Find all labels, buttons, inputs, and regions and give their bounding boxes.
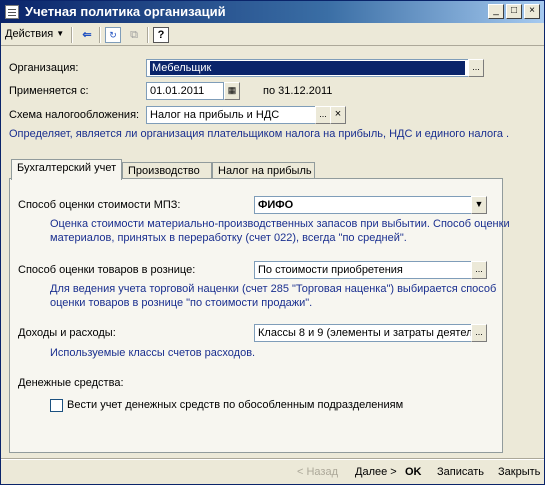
next-button[interactable]: Далее > xyxy=(355,466,397,478)
tab-profit-tax[interactable]: Налог на прибыль xyxy=(212,162,315,179)
retail-method-value: По стоимости приобретения xyxy=(258,264,403,276)
income-expenses-label: Доходы и расходы: xyxy=(18,327,116,339)
minimize-icon[interactable]: _ xyxy=(488,4,504,19)
retail-method-select-button[interactable]: ... xyxy=(471,261,487,279)
actions-menu[interactable]: Действия ▼ xyxy=(5,28,64,44)
mpz-method-label: Способ оценки стоимости МПЗ: xyxy=(18,199,181,211)
applies-from-label: Применяется с: xyxy=(9,85,89,97)
separate-cash-checkbox-label[interactable]: Вести учет денежных средств по обособлен… xyxy=(67,399,403,411)
tax-scheme-field[interactable]: Налог на прибыль и НДС xyxy=(146,106,316,124)
chevron-down-icon[interactable]: ▼ xyxy=(471,196,487,214)
separate-cash-checkbox[interactable] xyxy=(50,399,63,412)
tab-accounting[interactable]: Бухгалтерский учет xyxy=(11,159,122,180)
income-expenses-description: Используемые классы счетов расходов. xyxy=(50,347,256,359)
income-expenses-field[interactable]: Классы 8 и 9 (элементы и затраты деятел xyxy=(254,324,472,342)
footer-separator xyxy=(1,458,544,460)
save-button[interactable]: Записать xyxy=(437,466,484,478)
organization-value: Мебельщик xyxy=(150,61,465,75)
mpz-method-value: ФИФО xyxy=(258,199,294,211)
organization-field[interactable]: Мебельщик xyxy=(146,59,469,77)
applies-to-text: по 31.12.2011 xyxy=(263,85,333,97)
toolbar-separator xyxy=(99,27,101,43)
toolbar-separator xyxy=(147,27,149,43)
applies-from-value: 01.01.2011 xyxy=(150,85,205,97)
back-button: < Назад xyxy=(297,466,338,478)
ok-button[interactable]: OK xyxy=(405,466,422,478)
dropdown-arrow-icon: ▼ xyxy=(56,29,65,38)
close-button[interactable]: Закрыть xyxy=(498,466,540,478)
tax-scheme-description: Определяет, является ли организация плат… xyxy=(9,128,510,140)
retail-description-line1: Для ведения учета торговой наценки (счет… xyxy=(50,283,497,295)
toolbar: Действия ▼ ⇐ ↻ ⧉ ? xyxy=(1,24,544,46)
organization-select-button[interactable]: ... xyxy=(468,59,484,77)
window-title: Учетная политика организаций xyxy=(25,4,226,19)
toolbar-separator xyxy=(71,27,73,43)
cash-label: Денежные средства: xyxy=(18,377,124,389)
maximize-icon[interactable]: □ xyxy=(506,4,522,19)
close-icon[interactable]: × xyxy=(524,4,540,19)
applies-from-date-field[interactable]: 01.01.2011 xyxy=(146,82,224,100)
accounting-policy-window: Учетная политика организаций _ □ × Дейст… xyxy=(0,0,545,485)
calendar-icon[interactable]: ▦ xyxy=(224,82,240,100)
mpz-method-select[interactable]: ФИФО xyxy=(254,196,472,214)
tab-production[interactable]: Производство xyxy=(122,162,212,179)
help-icon[interactable]: ? xyxy=(153,27,169,43)
actions-menu-label: Действия xyxy=(5,28,54,40)
tax-scheme-label: Схема налогообложения: xyxy=(9,109,140,121)
copy-icon: ⧉ xyxy=(130,29,138,41)
retail-method-field[interactable]: По стоимости приобретения xyxy=(254,261,472,279)
organization-label: Организация: xyxy=(9,62,79,74)
title-bar: Учетная политика организаций _ □ × xyxy=(1,1,544,23)
mpz-description-line1: Оценка стоимости материально-производств… xyxy=(50,218,510,230)
goto-back-icon[interactable]: ⇐ xyxy=(79,27,95,43)
refresh-icon[interactable]: ↻ xyxy=(105,27,121,43)
retail-description-line2: оценки товаров в рознице "по стоимости п… xyxy=(50,297,313,309)
retail-method-label: Способ оценки товаров в рознице: xyxy=(18,264,196,276)
tax-scheme-select-button[interactable]: ... xyxy=(315,106,331,124)
tax-scheme-value: Налог на прибыль и НДС xyxy=(150,109,280,121)
mpz-description-line2: материалов, принятых в переработку (счет… xyxy=(50,232,407,244)
income-expenses-value: Классы 8 и 9 (элементы и затраты деятел xyxy=(258,327,472,339)
window-icon xyxy=(5,5,19,19)
income-expenses-select-button[interactable]: ... xyxy=(471,324,487,342)
clear-icon[interactable]: × xyxy=(330,106,346,124)
